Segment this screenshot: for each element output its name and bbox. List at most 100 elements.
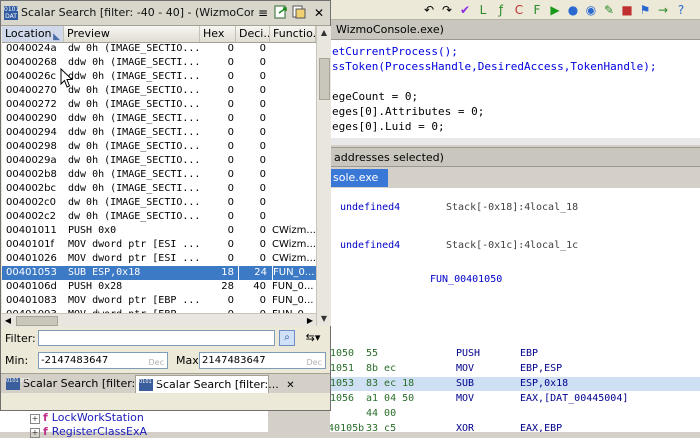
cell-decimal: 0 (259, 99, 266, 110)
cell-function (272, 168, 316, 182)
listing-bytes: a1 04 50 (366, 393, 415, 404)
table-row[interactable]: 004002c0 dw 0h (IMAGE_SECTIO... 0 0 (2, 196, 316, 210)
cell-location: 0040026c (6, 71, 57, 82)
run-icon[interactable]: ▶ (548, 3, 562, 17)
scroll-thumb[interactable] (319, 58, 330, 100)
cell-preview: dw 0h (IMAGE_SECTIO... (68, 197, 198, 208)
window-title: Scalar Search [filter: -40 - 40] - (Wizm… (21, 6, 254, 19)
listing-bytes: 55 (366, 348, 379, 359)
tab-close-icon[interactable]: ✕ (286, 380, 294, 391)
scroll-thumb[interactable] (16, 316, 58, 326)
cell-location: 00401026 (6, 253, 57, 264)
scroll-down-icon[interactable]: ▼ (317, 312, 331, 326)
scroll-up-icon[interactable]: ▲ (317, 26, 331, 40)
function-icon[interactable]: ƒ (494, 3, 508, 17)
table-row[interactable]: 00400294 ddw 0h (IMAGE_SECTI... 0 0 (2, 126, 316, 140)
label-icon[interactable]: L (476, 3, 490, 17)
column-header-decimal[interactable]: Deci... (236, 26, 270, 42)
cell-location: 00400270 (6, 85, 57, 96)
column-header-location[interactable]: Location ◣ (2, 26, 64, 42)
tree-scrollbar[interactable] (268, 410, 330, 432)
expand-icon[interactable]: + (30, 428, 40, 438)
min-format-label: Dec (148, 358, 164, 367)
listing-tab[interactable]: sole.exe (330, 169, 388, 187)
tree-item[interactable]: + f LockWorkStation (30, 412, 144, 424)
help-icon[interactable]: ? (674, 3, 688, 17)
flag-icon[interactable]: ⚑ (638, 3, 652, 17)
stop-icon[interactable]: ■ (620, 3, 634, 17)
undo-icon[interactable]: ↶ (422, 3, 436, 17)
table-row[interactable]: 00400268 ddw 0h (IMAGE_SECTI... 0 0 (2, 56, 316, 70)
cell-function (272, 42, 316, 56)
table-row[interactable]: 00400298 dw 0h (IMAGE_SECTIO... 0 0 (2, 140, 316, 154)
column-header-preview[interactable]: Preview (64, 26, 200, 42)
arrow-icon[interactable]: → (656, 3, 670, 17)
listing-mnemonic: MOV (456, 363, 475, 374)
table-row[interactable]: 0040101f MOV dword ptr [ESI ... 0 0 CWizm... (2, 238, 316, 252)
wand-icon[interactable]: ✎ (602, 3, 616, 17)
close-icon[interactable]: ✕ (310, 4, 328, 22)
filter-options-icon[interactable]: ⌕ (279, 330, 295, 346)
table-row[interactable]: 00400290 ddw 0h (IMAGE_SECTI... 0 0 (2, 112, 316, 126)
filter-settings-icon[interactable]: ⇆▾ (300, 330, 326, 346)
table-row[interactable]: 004002bc ddw 0h (IMAGE_SECTI... 0 0 (2, 182, 316, 196)
table-row[interactable]: 00401083 MOV dword ptr [EBP ... 0 0 FUN_0... (2, 294, 316, 308)
min-field[interactable]: -2147483647 Dec (38, 352, 168, 369)
check-icon[interactable]: ✔ (458, 3, 472, 17)
copy-icon[interactable] (290, 4, 308, 22)
decompiler-hscroll[interactable] (330, 138, 700, 145)
app-icon: 0101 DAT (4, 6, 20, 20)
var-location: Stack[-0x18]:4 (446, 202, 531, 213)
redo-icon[interactable]: ↷ (440, 3, 454, 17)
table-row[interactable]: 004002b8 ddw 0h (IMAGE_SECTI... 0 0 (2, 168, 316, 182)
table-row[interactable]: 0040024a dw 0h (IMAGE_SECTIO... 0 0 (2, 42, 316, 56)
sort-icon: ◣ (53, 32, 60, 42)
var-type: undefined4 (340, 240, 401, 251)
code-line: egeCount = 0; (332, 90, 419, 103)
cell-location: 00400294 (6, 127, 57, 138)
table-row[interactable]: 0040029a dw 0h (IMAGE_SECTIO... 0 0 (2, 154, 316, 168)
min-max-row: Min: -2147483647 Dec Max: 2147483647 Dec (1, 351, 330, 371)
max-field[interactable]: 2147483647 Dec (199, 352, 326, 369)
record-icon[interactable]: ● (566, 3, 580, 17)
cell-location: 00401011 (6, 225, 57, 236)
table-row[interactable]: 00401053 SUB ESP,0x18 18 24 FUN_0... (2, 266, 316, 280)
tab-scalar-search-2[interactable]: 0101 DAT Scalar Search [filter:... ✕ (135, 375, 295, 393)
tree-item[interactable]: + f RegisterClassExA (30, 426, 147, 438)
table-hscrollbar[interactable]: ◀ ▶ (2, 313, 316, 327)
menu-icon[interactable]: ≡ (254, 4, 272, 22)
listing-operands: ESP,0x18 (520, 378, 569, 389)
table-row[interactable]: 00401011 PUSH 0x0 0 0 CWizm... (2, 224, 316, 238)
window-titlebar[interactable]: 0101 DAT Scalar Search [filter: -40 - 40… (1, 1, 330, 26)
table-row[interactable]: 004002c2 dw 0h (IMAGE_SECTIO... 0 0 (2, 210, 316, 224)
table-row[interactable]: 00401026 MOV dword ptr [ESI ... 0 0 CWizm... (2, 252, 316, 266)
cell-function: FUN_0... (272, 266, 316, 280)
comment-icon[interactable]: C (512, 3, 526, 17)
cell-preview: PUSH 0x0 (68, 225, 117, 236)
table-vscrollbar[interactable]: ▲ ▼ (316, 26, 331, 326)
flow-icon[interactable]: F (530, 3, 544, 17)
cell-hex: 0 (227, 169, 234, 180)
step-icon[interactable]: ◉ (584, 3, 598, 17)
table-row[interactable]: 00400272 dw 0h (IMAGE_SECTIO... 0 0 (2, 98, 316, 112)
cell-function (272, 154, 316, 168)
cell-preview: dw 0h (IMAGE_SECTIO... (68, 85, 198, 96)
column-header-function[interactable]: Functio... (270, 26, 316, 42)
cell-function: FUN_0... (272, 295, 314, 306)
cell-preview: ddw 0h (IMAGE_SECTI... (68, 57, 198, 68)
cell-hex: 0 (227, 197, 234, 208)
max-format-label: Dec (306, 358, 322, 367)
table-row[interactable]: 0040026c ddw 0h (IMAGE_SECTI... 0 0 (2, 70, 316, 84)
column-header-hex[interactable]: Hex (200, 26, 236, 42)
filter-input[interactable] (38, 330, 275, 346)
cell-preview: PUSH 0x28 (68, 281, 123, 292)
table-row[interactable]: 0040106d PUSH 0x28 28 40 FUN_0... (2, 280, 316, 294)
scroll-right-icon[interactable]: ▶ (304, 314, 316, 327)
code-line: etCurrentProcess(); (332, 45, 458, 58)
scroll-left-icon[interactable]: ◀ (2, 314, 14, 327)
table-row[interactable]: 00400270 dw 0h (IMAGE_SECTIO... 0 0 (2, 84, 316, 98)
export-icon[interactable] (272, 4, 290, 22)
expand-icon[interactable]: + (30, 414, 40, 424)
scalar-search-window: 0101 DAT Scalar Search [filter: -40 - 40… (0, 0, 331, 411)
tab-scalar-search-1[interactable]: 0101 DAT Scalar Search [filter:... ✕ (3, 375, 162, 393)
